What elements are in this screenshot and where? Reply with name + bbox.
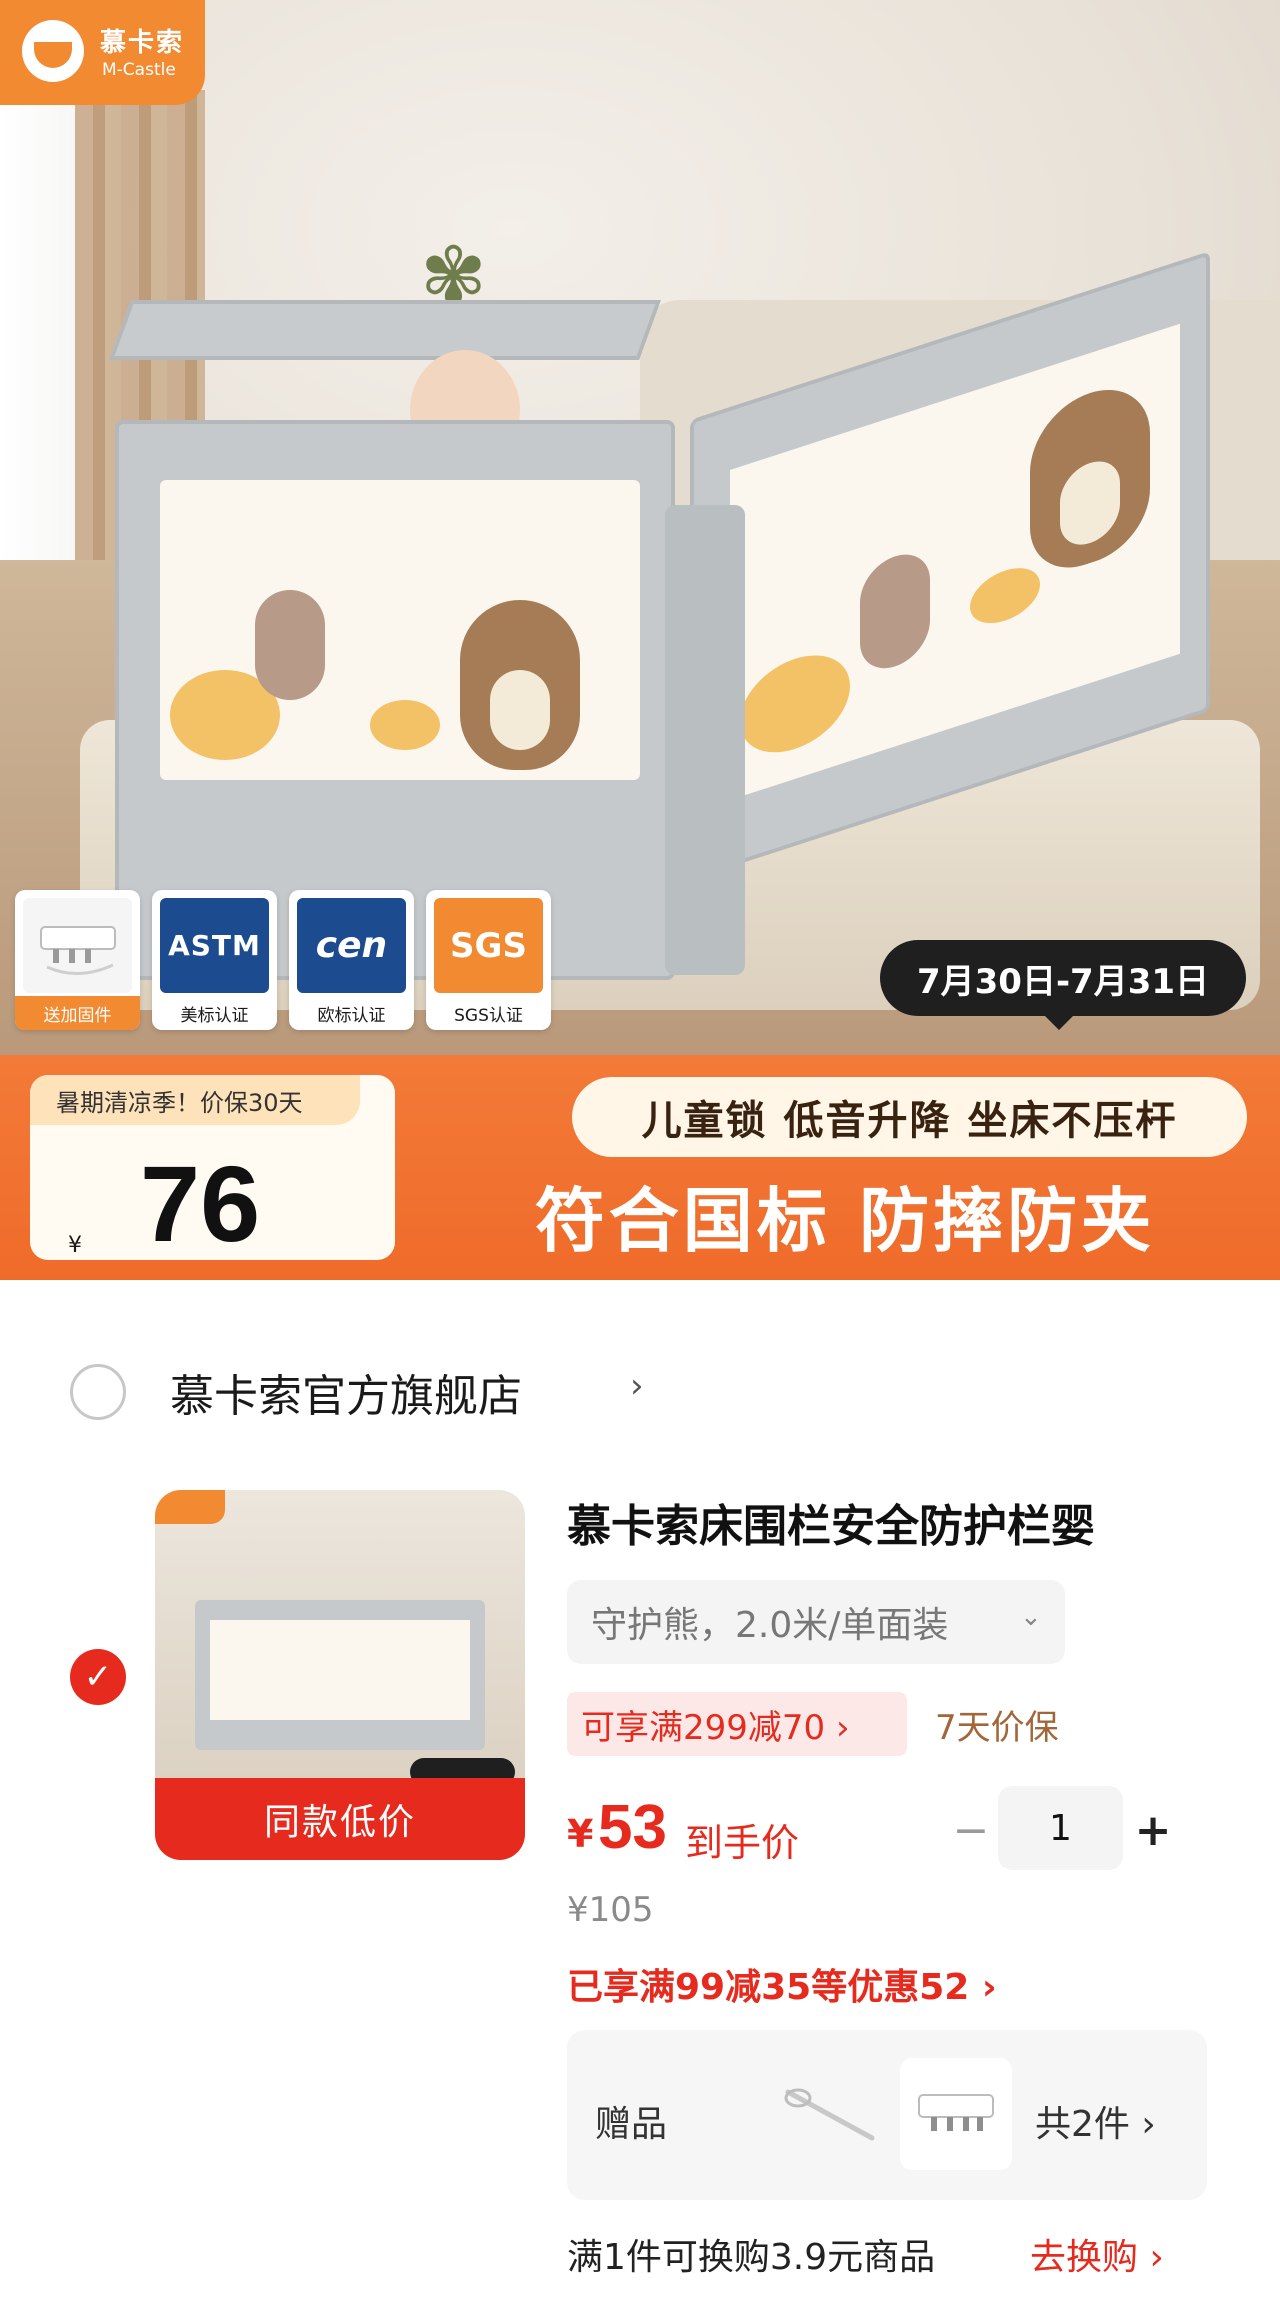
add-on-offer-text: 满1件可换购3.9元商品 [567, 2237, 936, 2278]
product-hero-image[interactable]: ✾ 慕卡索 M-Castle 送加固件 ASTM 美标认证 cen 欧标认证 S… [0, 0, 1280, 1055]
shop-select-radio[interactable] [70, 1364, 126, 1420]
promo-banner: 暑期清凉季！价保30天 ¥ 76 儿童锁 低音升降 坐床不压杆 符合国标 防摔防… [0, 1055, 1280, 1280]
sgs-logo: SGS [434, 898, 543, 993]
product-title[interactable]: 慕卡索床围栏安全防护栏婴 [567, 1490, 1207, 1554]
cen-logo: cen [297, 898, 406, 993]
promo-features: 儿童锁 低音升降 坐床不压杆 [572, 1077, 1247, 1157]
quantity-decrease-button[interactable]: − [946, 1800, 996, 1860]
cert-sgs: SGS SGS认证 [426, 890, 551, 1030]
promo-price: 76 [140, 1143, 261, 1264]
promo-currency: ¥ [68, 1233, 82, 1258]
cert-reinforcement: 送加固件 [15, 890, 140, 1030]
thumbnail-brand-logo [155, 1490, 225, 1524]
original-price: ¥105 [567, 1890, 654, 1930]
brand-logo: 慕卡索 M-Castle [0, 0, 205, 105]
gift-label: 赠品 [595, 2104, 668, 2145]
item-select-checkbox[interactable]: ✓ [70, 1649, 126, 1705]
promo-price-card: 暑期清凉季！价保30天 ¥ 76 [30, 1075, 395, 1260]
bed-rail-corner-post [665, 505, 745, 975]
chevron-down-icon[interactable]: ⌄ [1020, 1602, 1042, 1632]
promo-headline: 符合国标 防摔防夹 [534, 1179, 1156, 1262]
promo-tag: 暑期清凉季！价保30天 [30, 1075, 360, 1125]
checkmark-icon: ✓ [83, 1657, 113, 1697]
shop-name[interactable]: 慕卡索官方旗舰店 [170, 1360, 522, 1424]
cert-astm: ASTM 美标认证 [152, 890, 277, 1030]
final-price: 53 [598, 1793, 667, 1862]
applied-discount[interactable]: 已享满99减35等优惠52 › [567, 1958, 997, 2010]
product-thumbnail[interactable]: 同款低价 [155, 1490, 525, 1860]
thumbnail-rail-panel [210, 1620, 470, 1720]
gift-count[interactable]: 共2件 › [1035, 2095, 1156, 2147]
final-price-symbol: ¥ [567, 1812, 594, 1856]
same-item-low-price-label: 同款低价 [155, 1778, 525, 1860]
bracket-icon [23, 898, 132, 993]
variant-label: 守护熊，2.0米/单面装 [591, 1605, 949, 1646]
bed-rail-panel-left [160, 480, 640, 780]
promo-date-badge: 7月30日-7月31日 [880, 940, 1246, 1030]
astm-logo: ASTM [160, 898, 269, 993]
price-guarantee-badge: 7天价保 [935, 1708, 1059, 1748]
cert-cen: cen 欧标认证 [289, 890, 414, 1030]
final-price-label: 到手价 [685, 1821, 800, 1865]
quantity-increase-button[interactable]: + [1128, 1800, 1178, 1860]
cable-tie-icon [780, 2080, 880, 2150]
chevron-right-icon[interactable]: › [630, 1366, 644, 1406]
add-on-link[interactable]: 去换购 › [1030, 2228, 1164, 2280]
brand-logo-icon [22, 20, 84, 82]
bed-rail-back [109, 300, 661, 360]
quantity-input[interactable]: 1 [998, 1786, 1123, 1870]
bracket-icon [900, 2058, 1012, 2170]
variant-selector[interactable]: 守护熊，2.0米/单面装 [567, 1580, 1065, 1664]
coupon-offer[interactable]: 可享满299减70 › [567, 1692, 907, 1756]
